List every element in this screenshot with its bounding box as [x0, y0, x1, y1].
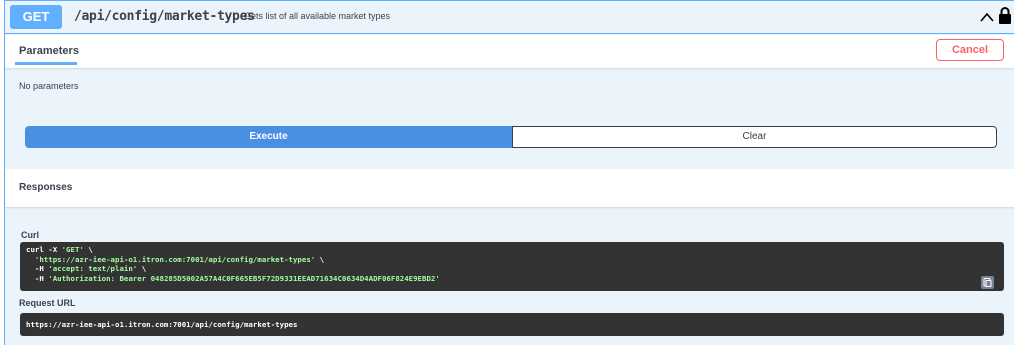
curl-auth-header: 'Authorization: Bearer 048285D5002A57A4C…	[48, 273, 440, 283]
request-url-block[interactable]: https://azr-iee-api-o1.itron.com:7001/ap…	[20, 313, 1004, 336]
curl-url: 'https://azr-iee-api-o1.itron.com:7001/a…	[26, 254, 316, 264]
cancel-button[interactable]: Cancel	[936, 39, 1004, 61]
execute-button[interactable]: Execute	[25, 126, 512, 148]
curl-line1-end: \	[83, 245, 93, 254]
curl-command-block[interactable]: curl -X 'GET' \ 'https://azr-iee-api-o1.…	[20, 242, 1004, 291]
responses-title: Responses	[19, 182, 73, 193]
clear-button[interactable]: Clear	[512, 126, 997, 148]
request-url-label: Request URL	[19, 298, 76, 308]
endpoint-path: /api/config/market-types	[74, 9, 255, 24]
endpoint-description: Gets list of all available market types	[244, 11, 391, 21]
lock-icon[interactable]	[998, 6, 1012, 25]
curl-line2-end: \	[315, 254, 325, 264]
execute-wrapper: Execute Clear	[25, 126, 997, 148]
curl-accept-header: 'accept: text/plain'	[48, 264, 138, 274]
curl-line3-end: \	[137, 264, 147, 274]
method-badge: GET	[10, 5, 62, 29]
parameters-header: Parameters Cancel	[5, 35, 1014, 68]
copy-icon[interactable]	[981, 276, 994, 289]
curl-cmd: curl -X	[26, 245, 62, 254]
chevron-up-icon[interactable]	[979, 9, 995, 25]
tab-active-indicator	[15, 62, 77, 65]
operation-block: GET /api/config/market-types Gets list o…	[4, 0, 1014, 345]
operation-summary[interactable]: GET /api/config/market-types Gets list o…	[5, 1, 1014, 34]
curl-label: Curl	[21, 230, 39, 240]
curl-header-flag: -H	[26, 273, 49, 283]
curl-header-flag: -H	[26, 264, 49, 274]
no-parameters-text: No parameters	[19, 81, 79, 91]
request-url-value: https://azr-iee-api-o1.itron.com:7001/ap…	[26, 320, 298, 329]
tab-parameters[interactable]: Parameters	[19, 45, 79, 57]
responses-header: Responses	[5, 169, 1014, 207]
curl-method: 'GET'	[61, 245, 84, 254]
